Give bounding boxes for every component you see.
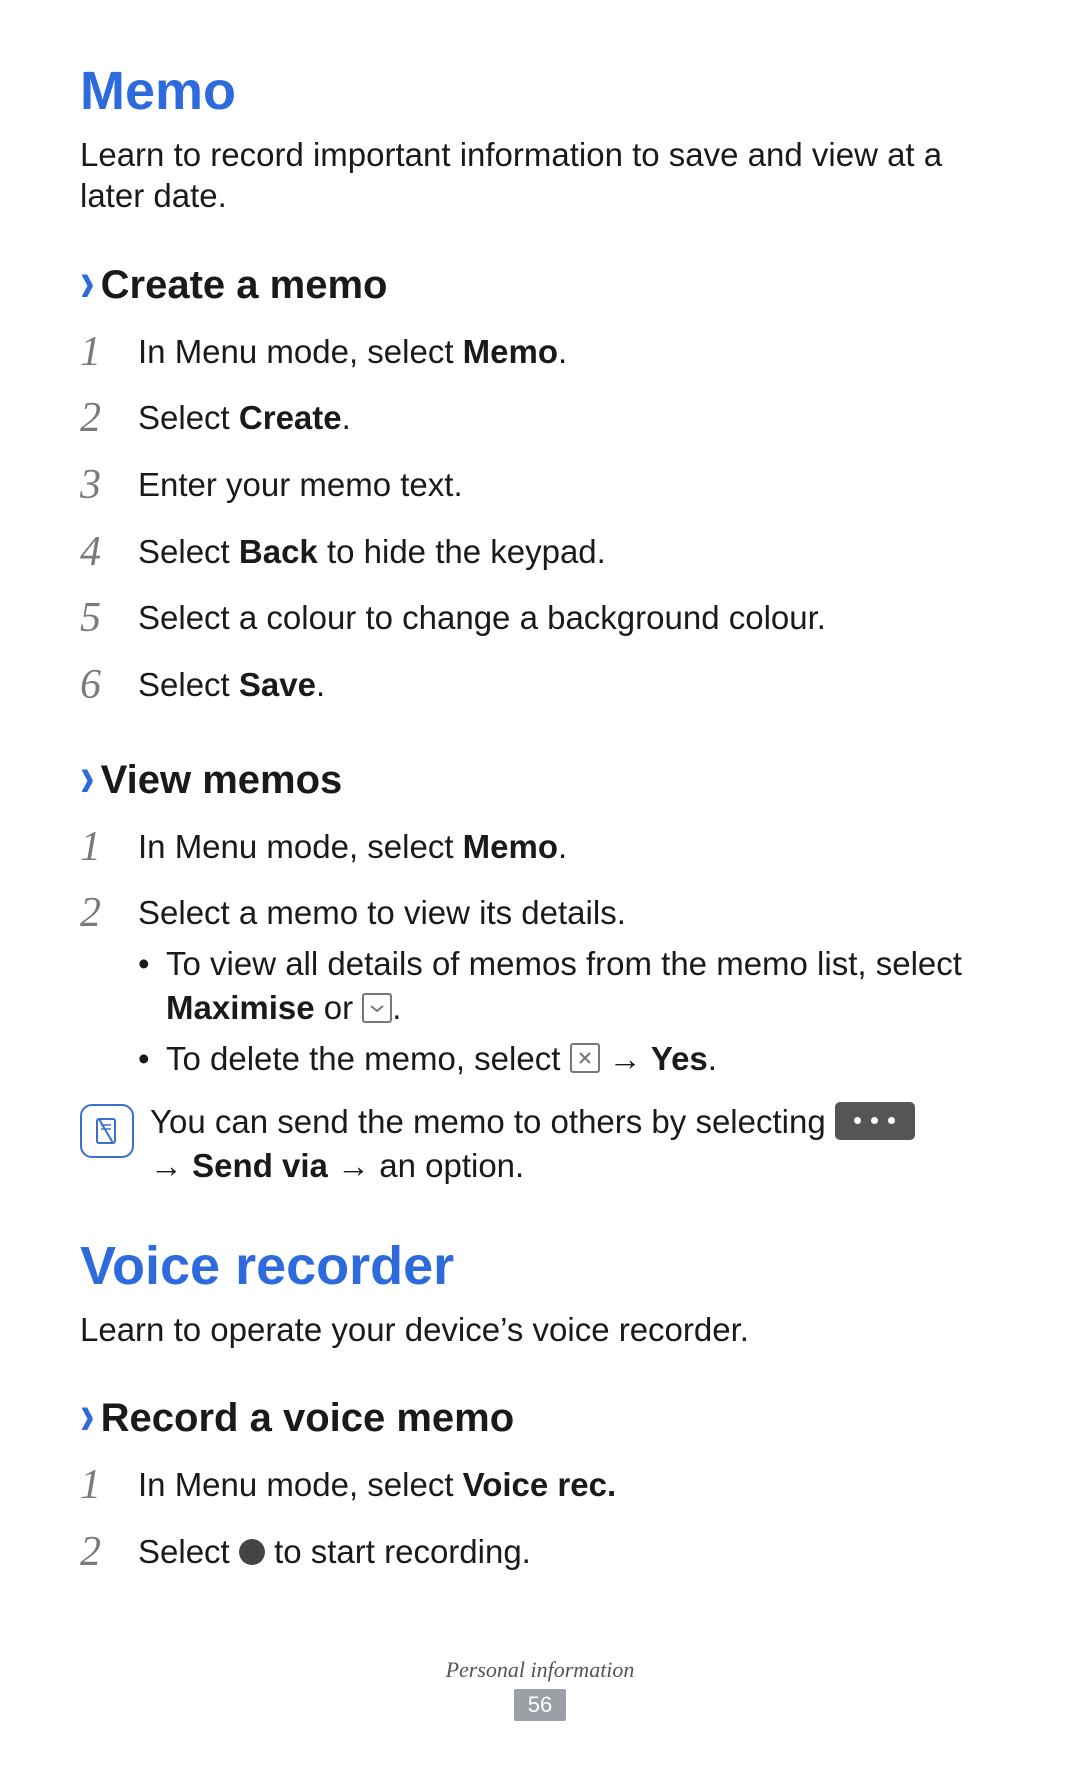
step-text: In Menu mode, select Memo. <box>138 330 567 375</box>
page-number: 56 <box>514 1689 566 1721</box>
step: 1 In Menu mode, select Memo. <box>80 817 1000 874</box>
expand-icon <box>362 993 392 1023</box>
step-text: Select Save. <box>138 663 325 708</box>
subhead-label: Record a voice memo <box>101 1396 515 1441</box>
view-memos-steps: 1 In Menu mode, select Memo. 2 Select a … <box>80 817 1000 1088</box>
manual-page: Memo Learn to record important informati… <box>80 60 1000 1731</box>
step-text: Enter your memo text. <box>138 463 463 508</box>
step-text: Select a colour to change a background c… <box>138 596 826 641</box>
bullet-text: To delete the memo, select → Yes. <box>166 1037 717 1082</box>
note-block: You can send the memo to others by selec… <box>80 1100 1000 1189</box>
record-voice-steps: 1 In Menu mode, select Voice rec. 2 Sele… <box>80 1455 1000 1578</box>
step-number: 4 <box>80 524 128 581</box>
subhead-create-memo: › Create a memo <box>80 263 1000 308</box>
record-icon <box>239 1539 265 1565</box>
step-number: 1 <box>80 1457 128 1514</box>
bullet-list: • To view all details of memos from the … <box>138 942 1000 1082</box>
step-number: 2 <box>80 1524 128 1581</box>
subhead-record-voice-memo: › Record a voice memo <box>80 1396 1000 1441</box>
chevron-icon: › <box>80 1388 95 1445</box>
footer-chapter: Personal information <box>80 1657 1000 1683</box>
step: 3 Enter your memo text. <box>80 455 1000 512</box>
note-icon <box>80 1104 134 1158</box>
bullet-text: To view all details of memos from the me… <box>166 942 1000 1031</box>
bullet-icon: • <box>138 1037 166 1082</box>
step-number: 1 <box>80 819 128 876</box>
step-text: Select Back to hide the keypad. <box>138 530 606 575</box>
step-number: 2 <box>80 390 128 447</box>
step-text: Select to start recording. <box>138 1530 531 1575</box>
more-options-icon <box>835 1102 915 1140</box>
step: 2 Select to start recording. <box>80 1522 1000 1579</box>
step: 1 In Menu mode, select Voice rec. <box>80 1455 1000 1512</box>
page-footer: Personal information 56 <box>80 1657 1000 1721</box>
step-text: Select a memo to view its details. <box>138 894 626 931</box>
bullet-icon: • <box>138 942 166 987</box>
chevron-icon: › <box>80 750 95 807</box>
step: 2 Select Create. <box>80 388 1000 445</box>
list-item: • To view all details of memos from the … <box>138 942 1000 1031</box>
note-text: You can send the memo to others by selec… <box>150 1100 915 1189</box>
step: 1 In Menu mode, select Memo. <box>80 322 1000 379</box>
subhead-label: View memos <box>101 758 343 803</box>
step-number: 3 <box>80 457 128 514</box>
subhead-view-memos: › View memos <box>80 758 1000 803</box>
memo-intro: Learn to record important information to… <box>80 134 1000 217</box>
step: 4 Select Back to hide the keypad. <box>80 522 1000 579</box>
step-text: In Menu mode, select Voice rec. <box>138 1463 616 1508</box>
step-number: 6 <box>80 657 128 714</box>
step-number: 1 <box>80 324 128 381</box>
step-number: 5 <box>80 590 128 647</box>
section-title-voice-recorder: Voice recorder <box>80 1235 1000 1297</box>
step-number: 2 <box>80 885 128 942</box>
create-memo-steps: 1 In Menu mode, select Memo. 2 Select Cr… <box>80 322 1000 712</box>
subhead-label: Create a memo <box>101 263 388 308</box>
step-text: In Menu mode, select Memo. <box>138 825 567 870</box>
voice-intro: Learn to operate your device’s voice rec… <box>80 1309 1000 1350</box>
chevron-icon: › <box>80 254 95 311</box>
list-item: • To delete the memo, select → Yes. <box>138 1037 1000 1082</box>
delete-icon <box>570 1043 600 1073</box>
step-text: Select Create. <box>138 396 351 441</box>
step: 5 Select a colour to change a background… <box>80 588 1000 645</box>
step: 2 Select a memo to view its details. • T… <box>80 883 1000 1087</box>
step: 6 Select Save. <box>80 655 1000 712</box>
section-title-memo: Memo <box>80 60 1000 122</box>
